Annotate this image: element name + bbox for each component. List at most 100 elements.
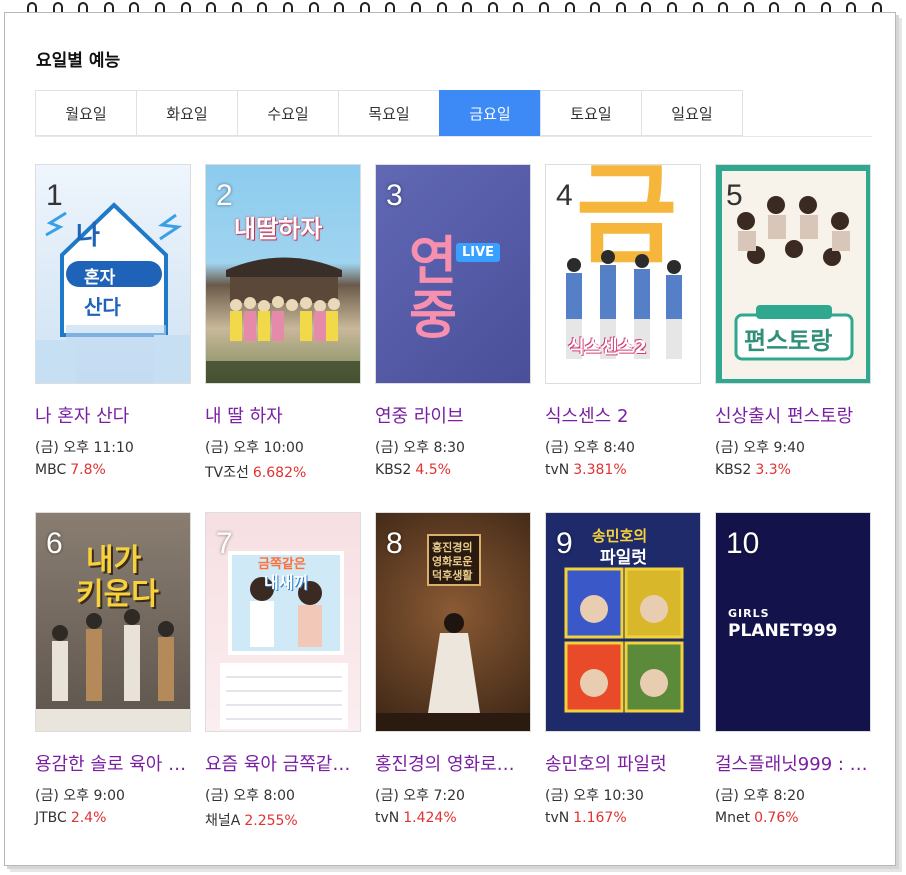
channel-rating: JTBC 2.4%: [35, 810, 191, 826]
rating-value: 1.424%: [403, 810, 457, 826]
rating-value: 0.76%: [754, 810, 799, 826]
channel-name: tvN: [375, 810, 400, 826]
channel-rating: tvN 1.424%: [375, 810, 531, 826]
channel-name: TV조선: [205, 465, 249, 481]
air-time: (금) 오후 8:40: [545, 440, 635, 456]
show-poster[interactable]: 내딸하자 2: [205, 164, 361, 384]
air-time: (금) 오후 10:30: [545, 788, 644, 804]
rank-number: 3: [386, 179, 403, 212]
show-card[interactable]: 내가 키운다 6 용감한 솔로 육아 내가 키운다 (금) 오후 9:00 JT…: [35, 512, 191, 826]
show-card[interactable]: GIRLS PLANET999 10 걸스플래닛999 : 소녀대전 (금) 오…: [715, 512, 871, 826]
channel-rating: TV조선 6.682%: [205, 462, 361, 482]
rank-number: 10: [726, 527, 760, 560]
poster-title: 덕후생활: [432, 569, 473, 582]
poster-badge: LIVE: [456, 243, 501, 262]
show-title[interactable]: 홍진경의 영화로운 덕후생활: [375, 750, 531, 776]
show-title[interactable]: 송민호의 파일럿: [545, 750, 701, 776]
show-title[interactable]: 식스센스 2: [545, 402, 701, 428]
show-card[interactable]: 송민호의 파일럿 9 송민호의 파일럿 (금) 오후 10:30 tvN 1.16…: [545, 512, 701, 826]
poster-title: GIRLS: [728, 607, 770, 620]
rank-number: 9: [556, 527, 573, 560]
air-time: (금) 오후 10:00: [205, 440, 304, 456]
rank-number: 6: [46, 527, 63, 560]
channel-rating: MBC 7.8%: [35, 462, 191, 478]
poster-title: 키운다: [76, 577, 159, 612]
show-poster[interactable]: 홍진경의 영화로운 덕후생활 8: [375, 512, 531, 732]
poster-title: 내딸하자: [234, 215, 323, 243]
channel-rating: KBS2 3.3%: [715, 462, 871, 478]
tab-sunday[interactable]: 일요일: [641, 90, 743, 136]
rating-value: 4.5%: [415, 462, 451, 478]
rank-number: 2: [216, 179, 233, 212]
rank-number: 4: [556, 179, 573, 212]
tab-friday[interactable]: 금요일: [439, 90, 540, 136]
show-card[interactable]: 금 식스센스2 4 식스센스 2 (금) 오후 8:40 tvN 3.381%: [545, 164, 701, 478]
rating-value: 1.167%: [573, 810, 627, 826]
weekday-tabs: 월요일 화요일 수요일 목요일 금요일 토요일 일요일: [35, 90, 743, 136]
rating-value: 3.381%: [573, 462, 627, 478]
tab-thursday[interactable]: 목요일: [338, 90, 439, 136]
air-time: (금) 오후 8:00: [205, 788, 295, 804]
rating-value: 7.8%: [70, 462, 106, 478]
show-title[interactable]: 용감한 솔로 육아 내가 키운다: [35, 750, 191, 776]
channel-rating: tvN 3.381%: [545, 462, 701, 478]
channel-name: 채널A: [205, 813, 241, 829]
channel-name: KBS2: [715, 462, 752, 478]
poster-title: 내새끼: [264, 573, 309, 592]
rank-number: 1: [46, 179, 63, 212]
poster-title: PLANET999: [728, 621, 838, 641]
air-time: (금) 오후 9:40: [715, 440, 805, 456]
rating-value: 6.682%: [252, 465, 307, 481]
channel-rating: Mnet 0.76%: [715, 810, 871, 826]
show-poster[interactable]: 송민호의 파일럿 9: [545, 512, 701, 732]
poster-title: 산다: [84, 295, 121, 319]
show-poster[interactable]: GIRLS PLANET999 10: [715, 512, 871, 732]
show-title[interactable]: 연중 라이브: [375, 402, 531, 428]
air-time: (금) 오후 7:20: [375, 788, 465, 804]
show-card[interactable]: 금쪽같은 내새끼 7 요즘 육아 금쪽같은 내새끼 (금) 오후 8:00 채널…: [205, 512, 361, 830]
channel-name: Mnet: [715, 810, 751, 826]
tab-monday[interactable]: 월요일: [35, 90, 136, 136]
show-card[interactable]: 연중 LIVE 3 연중 라이브 (금) 오후 8:30 KBS2 4.5%: [375, 164, 531, 478]
channel-rating: tvN 1.167%: [545, 810, 701, 826]
poster-title: 나: [76, 221, 100, 251]
show-card[interactable]: 내딸하자 2 내 딸 하자 (금) 오후 10:00 TV조선 6.682%: [205, 164, 361, 482]
channel-name: KBS2: [375, 462, 412, 478]
tab-tuesday[interactable]: 화요일: [136, 90, 237, 136]
rank-number: 8: [386, 527, 403, 560]
show-poster[interactable]: 금 식스센스2 4: [545, 164, 701, 384]
show-title[interactable]: 나 혼자 산다: [35, 402, 191, 428]
air-time: (금) 오후 11:10: [35, 440, 134, 456]
show-title[interactable]: 신상출시 편스토랑: [715, 402, 871, 428]
tab-wednesday[interactable]: 수요일: [237, 90, 338, 136]
poster-subtitle: 식스센스2: [568, 337, 647, 358]
show-poster[interactable]: 금쪽같은 내새끼 7: [205, 512, 361, 732]
air-time: (금) 오후 8:30: [375, 440, 465, 456]
show-poster[interactable]: 내가 키운다 6: [35, 512, 191, 732]
rating-value: 2.255%: [244, 813, 298, 829]
show-poster[interactable]: 편스토랑 5: [715, 164, 871, 384]
section-title: 요일별 예능: [36, 51, 121, 71]
show-poster[interactable]: 연중 LIVE 3: [375, 164, 531, 384]
rating-value: 2.4%: [70, 810, 107, 826]
tab-saturday[interactable]: 토요일: [540, 90, 641, 136]
show-title[interactable]: 요즘 육아 금쪽같은 내새끼: [205, 750, 361, 776]
rank-number: 5: [726, 179, 743, 212]
rank-number: 7: [216, 527, 233, 560]
channel-name: JTBC: [35, 810, 67, 826]
poster-title: 혼자: [84, 268, 116, 288]
show-card[interactable]: 나 혼자 산다 1 나 혼자 산다 (금) 오후 11:10 MBC 7.8%: [35, 164, 191, 478]
show-card[interactable]: 편스토랑 5 신상출시 편스토랑 (금) 오후 9:40 KBS2 3.3%: [715, 164, 871, 478]
show-title[interactable]: 걸스플래닛999 : 소녀대전: [715, 750, 871, 776]
show-title[interactable]: 내 딸 하자: [205, 402, 361, 428]
show-card[interactable]: 홍진경의 영화로운 덕후생활 8 홍진경의 영화로운 덕후생활 (금) 오후 7…: [375, 512, 531, 826]
channel-rating: KBS2 4.5%: [375, 462, 531, 478]
channel-name: MBC: [35, 462, 67, 478]
show-poster[interactable]: 나 혼자 산다 1: [35, 164, 191, 384]
tab-divider: [35, 136, 872, 137]
air-time: (금) 오후 9:00: [35, 788, 125, 804]
channel-name: tvN: [545, 462, 570, 478]
rating-value: 3.3%: [755, 462, 791, 478]
poster-title: 파일럿: [600, 548, 647, 568]
poster-title: 편스토랑: [744, 327, 833, 355]
